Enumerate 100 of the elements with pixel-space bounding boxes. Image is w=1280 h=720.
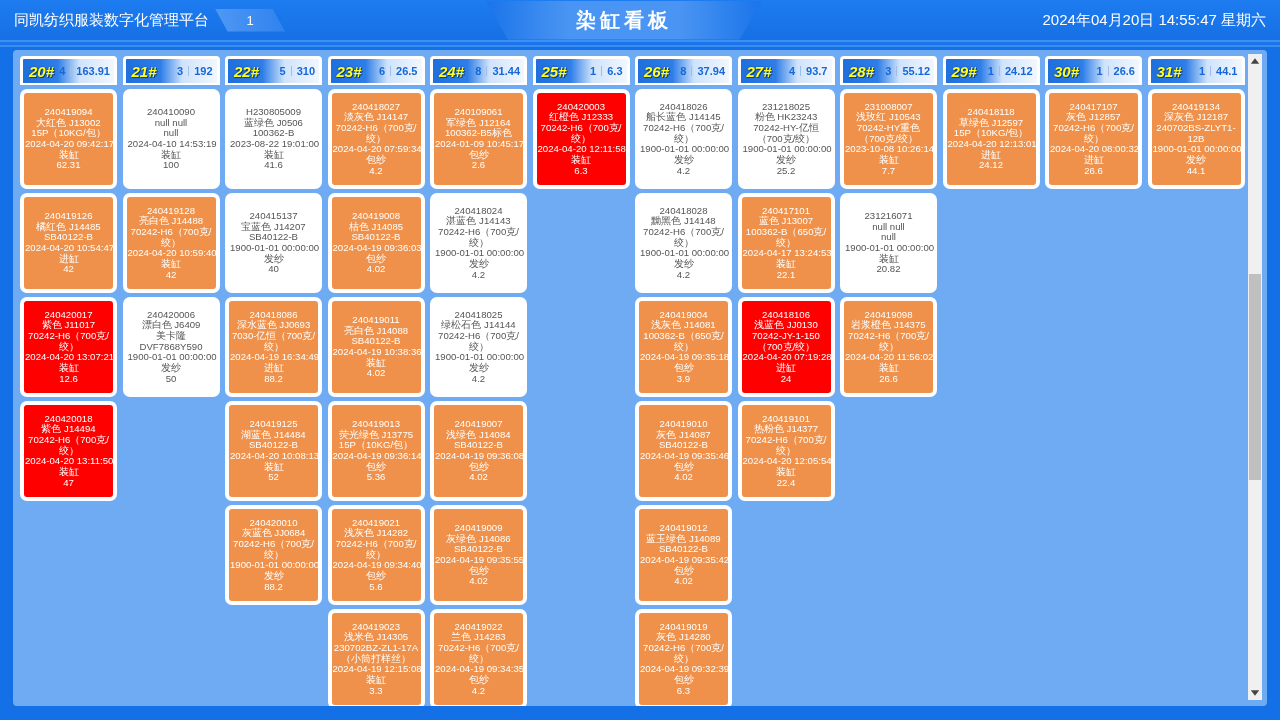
shade-name: 蓝绿色 J0506 [244, 117, 303, 129]
batch-card[interactable]: 240109061 军绿色 J12164 100362-B5标色 2024-01-09 10:45:17 包纱 2.6 [430, 89, 527, 189]
total-weight: 37.94 [697, 65, 725, 77]
shade-name: null null [872, 221, 905, 233]
batch-card[interactable]: 240418025 绿松石色 J14144 70242-H6（700克/绞） 1900-01-01 00:00:00 发纱 4.2 [430, 297, 527, 397]
batch-number: 240420018 [44, 413, 93, 424]
time-label: 2024-04-10 14:53:19 [127, 139, 215, 149]
batch-card[interactable]: 240419126 橘红色 J14485 SB40122-B 2024-04-20 10:54:47 进缸 42 [20, 193, 117, 293]
batch-card[interactable]: 240419004 浅灰色 J14081 100362-B（650克/绞） 2024-04-19 09:35:18 包纱 3.9 [635, 297, 732, 397]
batch-card[interactable]: 240418086 深水蓝色 JJ0693 7030-亿恒（700克/绞） 2024-04-19 16:34:49 进缸 88.2 [225, 297, 322, 397]
batch-card[interactable]: 231216071 null null null 1900-01-01 00:00:00 装缸 20.82 [840, 193, 937, 293]
yarn-spec: 70242-H6（700克/绞） [27, 330, 110, 353]
tank-number: 30# [1054, 62, 1081, 80]
batch-weight: 4.2 [369, 165, 383, 177]
batch-card[interactable]: 240418106 浅蓝色 JJ0130 70242-JY-1-150（700克/绞） 2024-04-20 07:19:28 进缸 24 [737, 297, 835, 397]
shade-name: 桔色 J14085 [348, 221, 404, 233]
time-label: 1900-01-01 00:00:00 [742, 144, 830, 155]
process-step: 发纱 [1186, 155, 1206, 166]
batch-card[interactable]: 240419128 亮白色 J14488 70242-H6（700克/绞） 2024-04-20 10:59:40 装缸 42 [122, 193, 220, 293]
batch-card[interactable]: 231008007 浅玫红 J10543 70242-HY重色（700克/绞） 2023-10-08 10:26:14 装缸 7.7 [840, 89, 937, 189]
scrollbar[interactable] [1247, 54, 1262, 700]
yarn-spec: SB40122-B [351, 232, 401, 243]
batch-card[interactable]: 240419023 浅米色 J14305 230702BZ-ZL1-17A（小筒打样丝） 2024-04-19 12:15:08 装缸 3.3 [327, 609, 425, 706]
yarn-spec: 70242-H6（700克/绞） [437, 226, 520, 249]
time-label: 2024-04-20 10:54:47 [25, 243, 112, 253]
batch-card[interactable]: 240418024 湛蓝色 J14143 70242-H6（700克/绞） 1900-01-01 00:00:00 发纱 4.2 [430, 193, 527, 293]
batch-card[interactable]: 240417101 蓝色 J13007 100362-B（650克/绞） 2024-04-17 13:24:53 装缸 22.1 [737, 193, 835, 293]
page-tab[interactable]: 1 [215, 8, 285, 32]
shade-name: 亮白色 J14488 [138, 216, 204, 227]
process-step: 装缸 [776, 467, 796, 478]
total-weight: 31.44 [492, 65, 520, 77]
time-label: 1900-01-01 00:00:00 [230, 243, 317, 254]
yarn-spec: 70242-H6（700克/绞） [642, 226, 725, 249]
batch-card[interactable]: 240419007 浅绿色 J14084 SB40122-B 2024-04-19 09:36:08 包纱 4.02 [430, 401, 527, 501]
batch-card[interactable]: 240419019 灰色 J14280 70242-H6（700克/绞） 2024-04-19 09:32:39 包纱 6.3 [635, 609, 732, 706]
batch-weight: 3.3 [369, 685, 383, 697]
batch-card[interactable]: 240419101 热粉色 J14377 70242-H6（700克/绞） 2024-04-20 12:05:54 装缸 22.4 [737, 401, 835, 501]
yarn-spec: 70242-H6（700克/绞） [539, 122, 623, 145]
batch-card[interactable]: 240419098 岩浆橙色 J14375 70242-H6（700克/绞） 2024-04-20 11:56:02 装缸 26.6 [840, 297, 937, 397]
process-step: 装缸 [878, 363, 899, 374]
batch-card[interactable]: 240415137 宝蓝色 J14207 SB40122-B 1900-01-01 00:00:00 发纱 40 [225, 193, 322, 293]
batch-card[interactable]: 240420010 灰蓝色 JJ0684 70242-H6（700克/绞） 1900-01-01 00:00:00 发纱 88.2 [225, 505, 322, 605]
batch-card[interactable]: 240419125 湖蓝色 J14484 SB40122-B 2024-04-20 10:08:13 装缸 52 [225, 401, 322, 501]
total-weight: 163.91 [76, 65, 110, 77]
batch-card[interactable]: 240419022 兰色 J14283 70242-H6（700克/绞） 2024-04-19 09:34:35 包纱 4.2 [430, 609, 527, 706]
process-step: 发纱 [673, 259, 694, 270]
batch-card[interactable]: 240419009 灰绿色 J14086 SB40122-B 2024-04-19 09:35:55 包纱 4.02 [430, 505, 527, 605]
batch-number: 240420006 [147, 309, 195, 320]
shade-name: 岩浆橙色 J14375 [851, 320, 926, 331]
batch-card[interactable]: 240420017 紫色 J11017 70242-H6（700克/绞） 2024-04-20 13:07:21 装缸 12.6 [20, 297, 117, 397]
batch-card[interactable]: 240410090 null null null 2024-04-10 14:53:19 装缸 100 [122, 89, 220, 189]
batch-card[interactable]: H230805009 蓝绿色 J0506 100362-B 2023-08-22 19:01:00 装缸 41.6 [225, 89, 322, 189]
batch-card[interactable]: 240419134 深灰色 J12187 240702BS-ZLYT1-12B 1900-01-01 00:00:00 发纱 44.1 [1147, 89, 1245, 189]
batch-weight: 4.2 [676, 269, 691, 281]
batch-card[interactable]: 240419008 桔色 J14085 SB40122-B 2024-04-19 09:36:03 包纱 4.02 [327, 193, 425, 293]
batch-count: 1 [987, 65, 994, 77]
batch-card[interactable]: 231218025 粉色 HK23243 70242-HY-亿恒（700克/绞） 1900-01-01 00:00:00 发纱 25.2 [737, 89, 835, 189]
batch-card[interactable]: 240419094 大红色 J13002 15P（10KG/包） 2024-04-20 09:42:17 装缸 62.31 [20, 89, 117, 189]
batch-number: 240418118 [967, 106, 1015, 117]
tank-number: 27# [746, 62, 773, 80]
batch-number: 240418026 [659, 101, 708, 112]
batch-count: 8 [475, 65, 482, 77]
batch-weight: 4.2 [471, 373, 486, 385]
scrollbar-thumb[interactable] [1248, 274, 1261, 480]
shade-name: 深水蓝色 JJ0693 [236, 320, 311, 331]
process-step: 包纱 [468, 461, 489, 473]
process-step: 装缸 [161, 149, 181, 161]
shade-name: 热粉色 J14377 [753, 424, 819, 435]
yarn-spec: 70242-H6（700克/绞） [437, 642, 520, 665]
batch-card[interactable]: 240418026 船长蓝色 J14145 70242-H6（700克/绞） 1900-01-01 00:00:00 发纱 4.2 [635, 89, 732, 189]
batch-card[interactable]: 240420018 紫色 J14494 70242-H6（700克/绞） 2024-04-20 13:11:50 装缸 47 [20, 401, 117, 501]
process-step: 包纱 [673, 461, 694, 473]
batch-weight: 26.6 [1084, 165, 1103, 177]
process-step: 包纱 [673, 565, 694, 577]
batch-card[interactable]: 240420006 漂白色 J6409 美卡隆DVF7868Y590 1900-01-01 00:00:00 发纱 50 [122, 297, 220, 397]
shade-name: 湖蓝色 J14484 [241, 429, 306, 441]
time-label: 2024-04-19 09:36:08 [435, 451, 522, 462]
batch-card[interactable]: 240418118 草绿色 J12597 15P（10KG/包） 2024-04-20 12:13:01 进缸 24.12 [942, 89, 1040, 189]
time-label: 1900-01-01 00:00:00 [230, 560, 317, 571]
time-label: 2024-04-19 09:35:55 [435, 555, 522, 566]
batch-card[interactable]: 240419011 亮白色 J14088 SB40122-B 2024-04-19 10:38:36 装缸 4.02 [327, 297, 425, 397]
time-label: 2024-04-19 10:38:36 [332, 347, 420, 357]
batch-card[interactable]: 240417107 灰色 J12857 70242-H6（700克/绞） 2024-04-20 08:00:32 进缸 26.6 [1045, 89, 1142, 189]
shade-name: 亮白色 J14088 [343, 325, 409, 337]
shade-name: 紫色 J11017 [41, 320, 96, 331]
process-step: 发纱 [161, 363, 181, 374]
process-step: 发纱 [263, 253, 284, 265]
batch-number: 240419098 [864, 309, 913, 320]
batch-count: 1 [1198, 65, 1206, 77]
batch-number: 240419019 [659, 621, 708, 632]
batch-card[interactable]: 240418028 黝黑色 J14148 70242-H6（700克/绞） 1900-01-01 00:00:00 发纱 4.2 [635, 193, 732, 293]
batch-card[interactable]: 240418027 淡灰色 J14147 70242-H6（700克/绞） 2024-04-20 07:59:34 包纱 4.2 [327, 89, 425, 189]
batch-card[interactable]: 240419013 荧光绿色 J13775 15P（10KG/包） 2024-04-19 09:36:14 包纱 5.36 [327, 401, 425, 501]
batch-card[interactable]: 240419012 蓝玉绿色 J14089 SB40122-B 2024-04-19 09:35:42 包纱 4.02 [635, 505, 732, 605]
batch-card[interactable]: 240420003 红橙色 J12333 70242-H6（700克/绞） 2024-04-20 12:11:58 装缸 6.3 [532, 89, 630, 189]
shade-name: 蓝玉绿色 J14089 [646, 533, 721, 545]
time-label: 2024-04-19 09:36:14 [332, 451, 420, 462]
shade-name: 草绿色 J12597 [958, 117, 1024, 128]
batch-card[interactable]: 240419010 灰色 J14087 SB40122-B 2024-04-19 09:35:46 包纱 4.02 [635, 401, 732, 501]
batch-card[interactable]: 240419021 浅灰色 J14282 70242-H6（700克/绞） 2024-04-19 09:34:40 包纱 5.6 [327, 505, 425, 605]
